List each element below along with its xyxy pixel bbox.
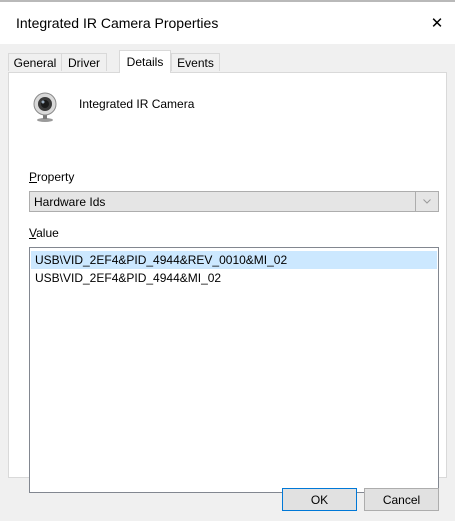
tab-label: Details	[126, 55, 164, 69]
list-item[interactable]: USB\VID_2EF4&PID_4944&MI_02	[31, 269, 437, 287]
tab-details[interactable]: Details	[119, 50, 171, 73]
tab-label: Driver	[68, 55, 100, 70]
value-label: Value	[29, 226, 59, 240]
tab-label: General	[13, 55, 57, 70]
property-label: Property	[29, 170, 75, 184]
dialog-body: General Driver Details Events Integrated…	[0, 44, 455, 521]
cancel-button[interactable]: Cancel	[364, 488, 439, 511]
ok-button[interactable]: OK	[282, 488, 357, 511]
tab-events[interactable]: Events	[171, 53, 220, 71]
details-panel: Integrated IR Camera Property Hardware I…	[8, 72, 447, 493]
tab-driver[interactable]: Driver	[61, 53, 107, 71]
window-title: Integrated IR Camera Properties	[16, 15, 219, 31]
chevron-down-icon[interactable]	[416, 192, 438, 211]
close-button[interactable]: ✕	[419, 2, 455, 44]
webcam-icon	[29, 91, 61, 123]
tab-general[interactable]: General	[8, 53, 62, 71]
device-name: Integrated IR Camera	[79, 97, 195, 111]
title-bar: Integrated IR Camera Properties ✕	[0, 2, 455, 44]
list-item[interactable]: USB\VID_2EF4&PID_4944&REV_0010&MI_02	[31, 251, 437, 269]
property-select[interactable]: Hardware Ids	[29, 191, 439, 212]
close-icon: ✕	[430, 15, 444, 32]
value-listbox[interactable]: USB\VID_2EF4&PID_4944&REV_0010&MI_02 USB…	[29, 247, 439, 493]
tab-label: Events	[177, 55, 214, 70]
property-select-value: Hardware Ids	[34, 195, 106, 209]
